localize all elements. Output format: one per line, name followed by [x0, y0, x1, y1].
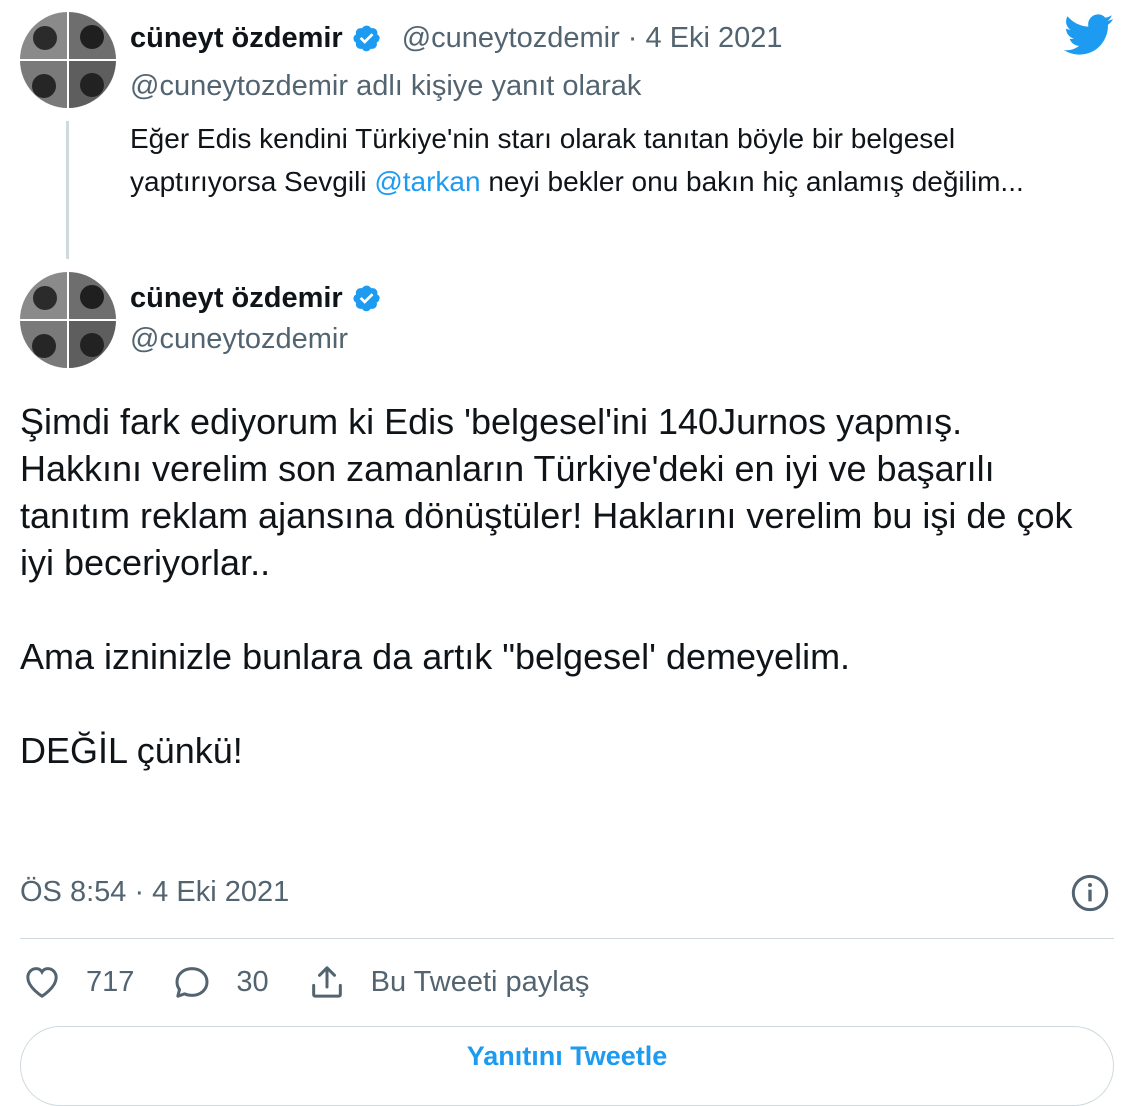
- like-count: 717: [86, 965, 135, 998]
- twitter-bird-icon: [1064, 14, 1114, 55]
- parent-text-end: neyi bekler onu bakın hiç anlamış değili…: [480, 166, 1024, 197]
- verified-badge-icon: [353, 25, 380, 52]
- tweet-paragraph: Hakkını verelim son zamanların Türkiye'd…: [20, 448, 1073, 583]
- main-tweet-text: Şimdi fark ediyorum ki Edis 'belgesel'in…: [20, 398, 1100, 774]
- tweet-paragraph: DEĞİL çünkü!: [20, 730, 243, 771]
- avatar[interactable]: [20, 12, 116, 108]
- parent-tweet-text: Eğer Edis kendini Türkiye'nin starı olar…: [130, 117, 1090, 203]
- like-button[interactable]: 717: [22, 962, 134, 1002]
- tweet-paragraph: Şimdi fark ediyorum ki Edis 'belgesel'in…: [20, 401, 963, 442]
- share-icon: [311, 966, 342, 998]
- reply-button[interactable]: 30: [172, 962, 269, 1002]
- author-name[interactable]: cüneyt özdemir: [130, 282, 343, 315]
- divider: [20, 938, 1114, 939]
- reply-count: 30: [236, 965, 269, 998]
- main-tweet-header: cüneyt özdemir: [130, 282, 382, 315]
- thread-connector-line: [66, 121, 69, 259]
- parent-tweet-header: cüneyt özdemir @cuneytozdemir · 4 Eki 20…: [130, 22, 783, 55]
- reply-context: @cuneytozdemir adlı kişiye yanıt olarak: [130, 70, 642, 102]
- tweet-actions-bar: 717 30 Bu Tweeti paylaş: [22, 958, 627, 1006]
- heart-icon: [26, 967, 58, 998]
- speech-bubble-icon: [175, 967, 209, 998]
- author-handle[interactable]: @cuneytozdemir: [130, 323, 348, 356]
- share-label: Bu Tweeti paylaş: [370, 965, 590, 998]
- avatar[interactable]: [20, 272, 116, 368]
- reply-tweet-button[interactable]: Yanıtını Tweetle: [20, 1026, 1114, 1106]
- mention-link[interactable]: @tarkan: [374, 166, 480, 197]
- handle-and-date[interactable]: @cuneytozdemir · 4 Eki 2021: [402, 22, 783, 55]
- author-name[interactable]: cüneyt özdemir: [130, 22, 343, 55]
- info-icon[interactable]: [1070, 873, 1110, 913]
- tweet-paragraph: Ama izninizle bunlara da artık "belgesel…: [20, 636, 851, 677]
- verified-badge-icon: [353, 285, 380, 312]
- tweet-timestamp[interactable]: ÖS 8:54 · 4 Eki 2021: [20, 876, 289, 909]
- share-button[interactable]: Bu Tweeti paylaş: [307, 962, 590, 1002]
